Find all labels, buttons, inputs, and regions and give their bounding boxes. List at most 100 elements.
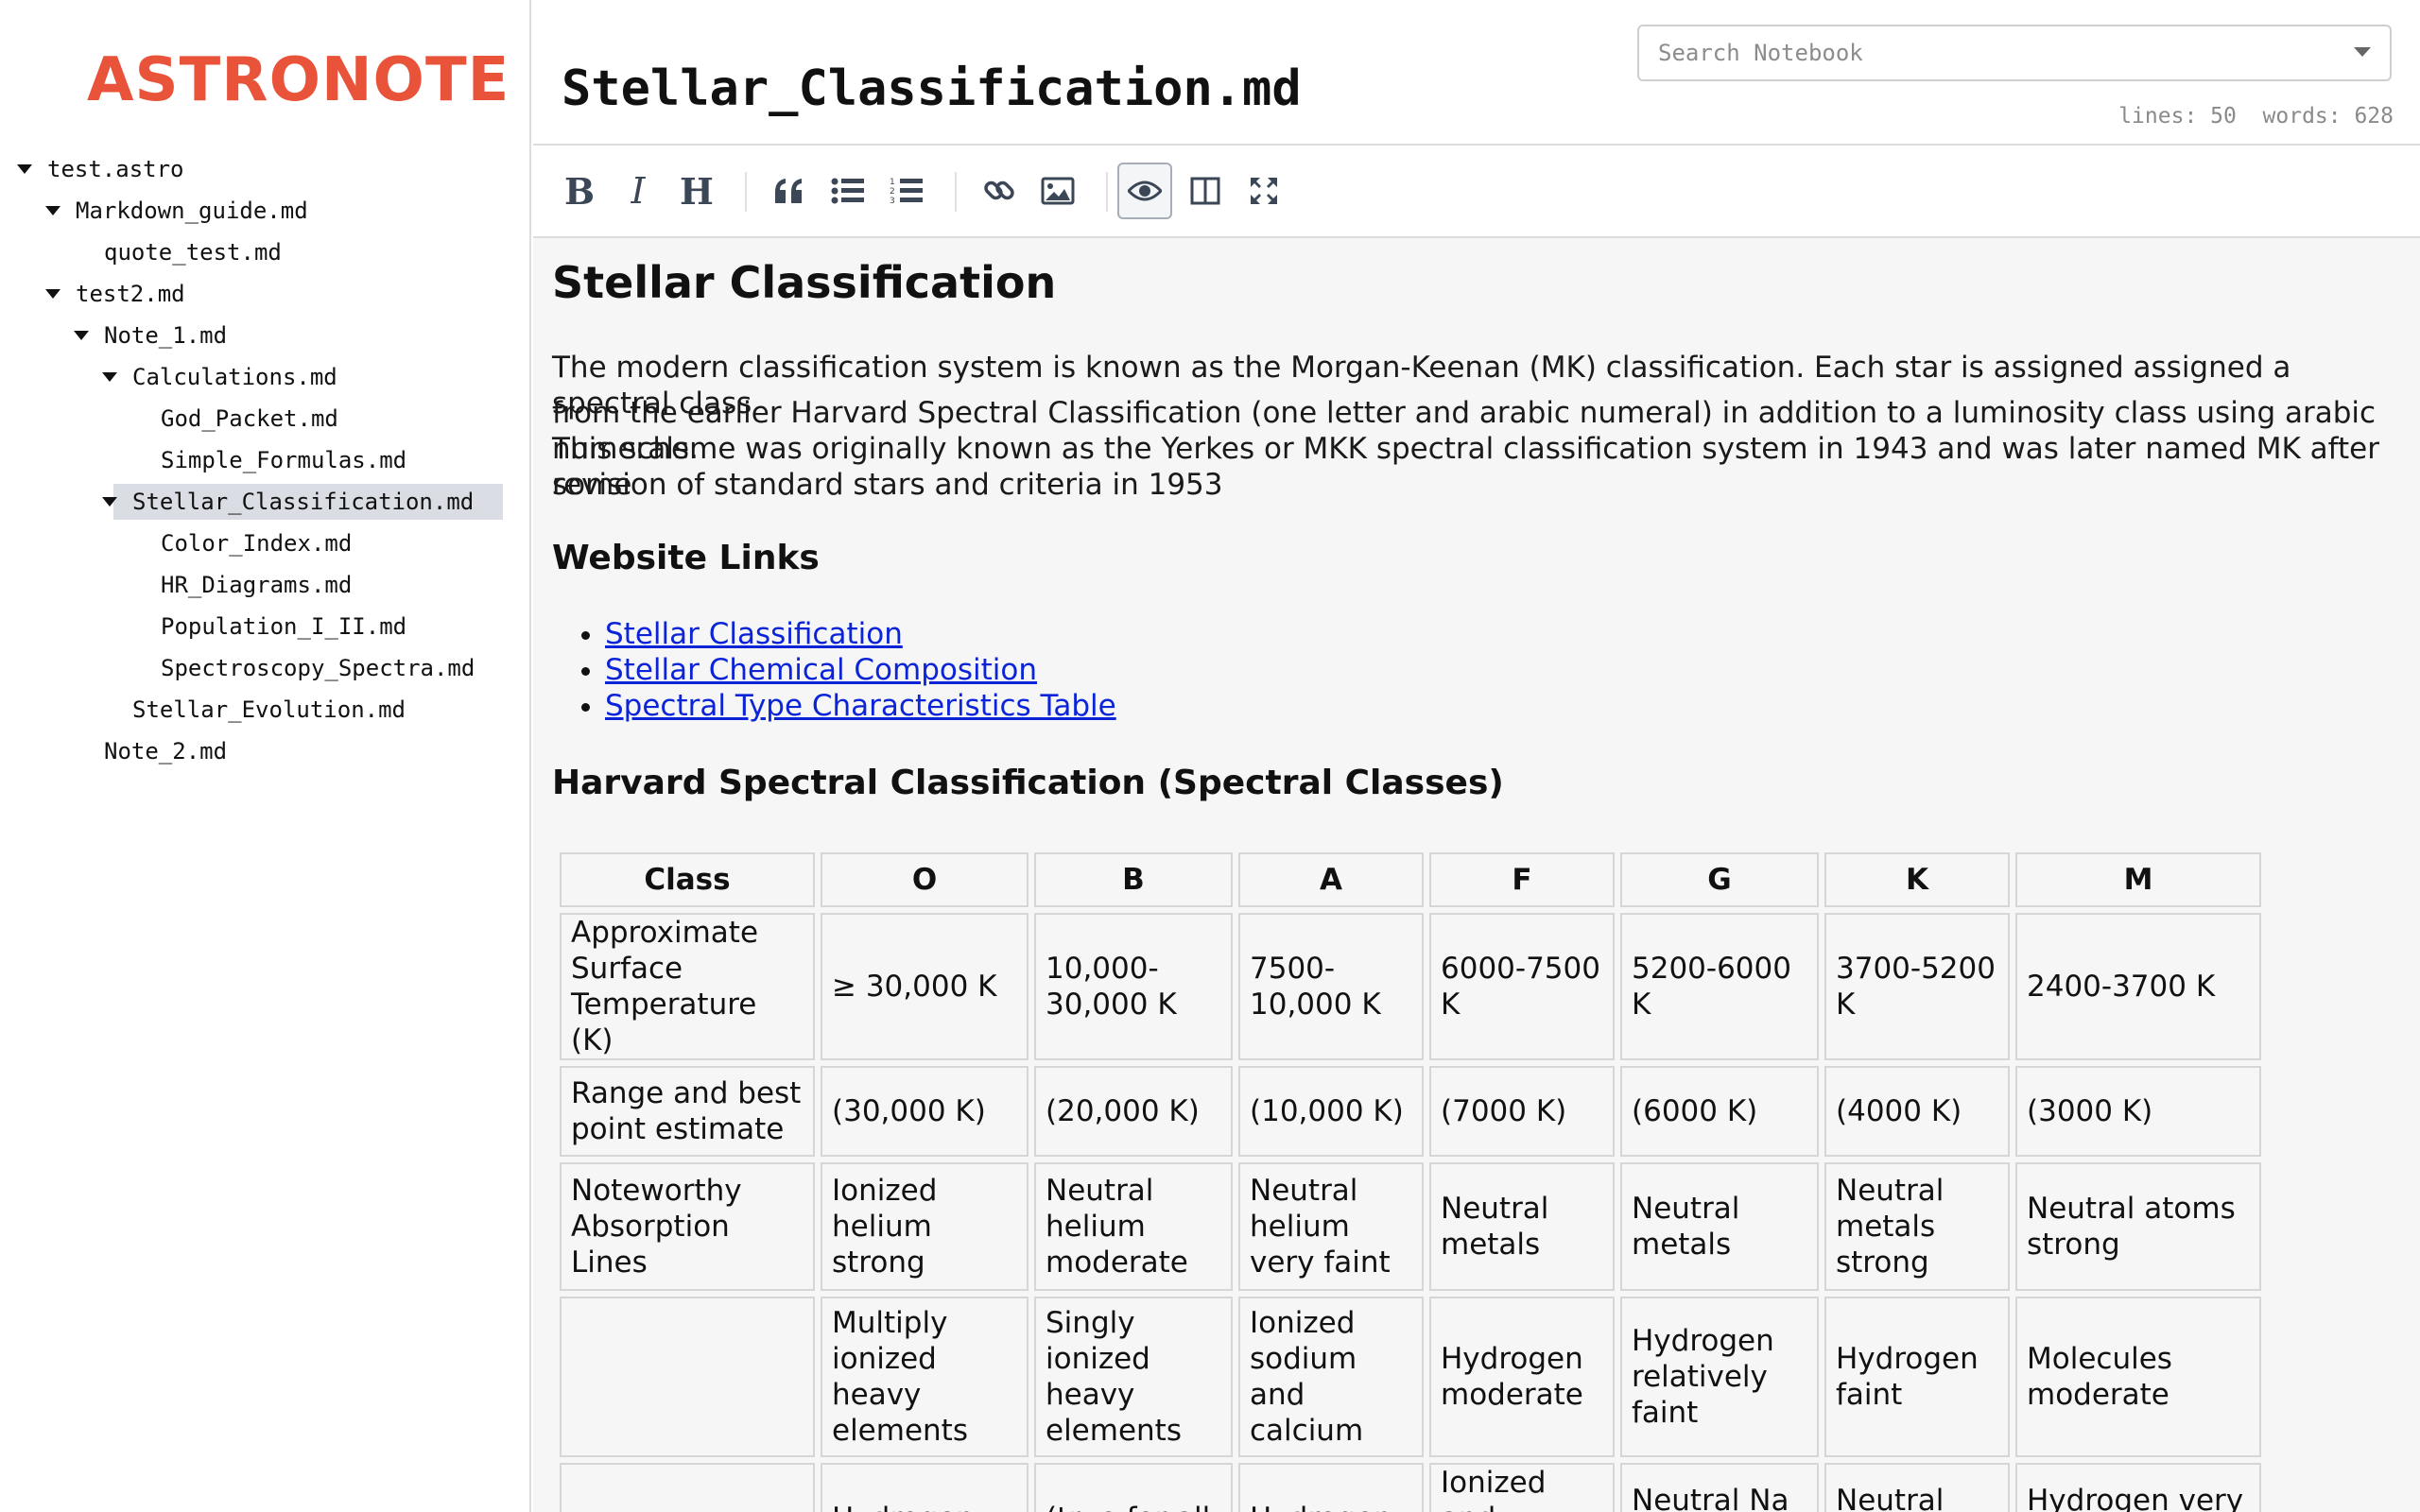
search-input[interactable] [1639, 26, 2339, 79]
toolbar-divider [955, 172, 957, 212]
sidebar-item-label: Note_1.md [104, 322, 228, 349]
sidebar-item[interactable]: Spectroscopy_Spectra.md [0, 650, 510, 686]
table-cell: Neutral Na & [1620, 1463, 1819, 1512]
table-cell: (30,000 K) [821, 1066, 1028, 1157]
sidebar-item[interactable]: quote_test.md [0, 234, 510, 270]
bold-icon: B [563, 169, 596, 213]
links-heading: Website Links [552, 539, 820, 577]
caret-down-icon[interactable] [45, 289, 60, 299]
table-header-row: Class O B A F G K M [560, 852, 2261, 907]
sidebar-item-label: God_Packet.md [161, 405, 338, 432]
intro-line: from the earlier Harvard Spectral Classi… [552, 396, 2377, 466]
table-cell: Hydrogen [1238, 1463, 1424, 1512]
link-spectral-type-table[interactable]: Spectral Type Characteristics Table [605, 689, 1116, 723]
list-item: Stellar Chemical Composition [605, 652, 1116, 688]
table-header-cell: A [1238, 852, 1424, 907]
search-box[interactable] [1637, 25, 2392, 81]
sidebar-item-label: quote_test.md [104, 239, 282, 266]
table-header-cell: G [1620, 852, 1819, 907]
table-header-cell: Class [560, 852, 815, 907]
sidebar-item-label: Population_I_II.md [161, 613, 407, 640]
link-stellar-classification[interactable]: Stellar Classification [605, 617, 903, 651]
table-cell: (7000 K) [1429, 1066, 1615, 1157]
table-cell: Range and best point estimate [560, 1066, 815, 1157]
app-logo: ASTRONOTE [87, 45, 510, 115]
table-cell: (4000 K) [1824, 1066, 2010, 1157]
link-stellar-chemical-composition[interactable]: Stellar Chemical Composition [605, 653, 1037, 687]
sidebar-item[interactable]: Stellar_Evolution.md [0, 692, 510, 728]
sidebar-item-label: Stellar_Evolution.md [132, 696, 406, 723]
table-cell: Neutral atoms strong [2015, 1162, 2261, 1291]
table-cell: Singly ionized heavy elements [1034, 1297, 1233, 1457]
table-cell: (10,000 K) [1238, 1066, 1424, 1157]
table-cell: (20,000 K) [1034, 1066, 1233, 1157]
sidebar-item[interactable]: Simple_Formulas.md [0, 442, 510, 478]
sidebar-item[interactable]: test2.md [0, 276, 510, 312]
sidebar-item[interactable]: HR_Diagrams.md [0, 567, 510, 603]
side-by-side-button[interactable] [1178, 163, 1233, 219]
table-cell: (true for all [1034, 1463, 1233, 1512]
sidebar-item-label: test.astro [47, 156, 184, 182]
caret-down-icon[interactable] [102, 372, 117, 382]
quote-icon [775, 179, 802, 203]
caret-down-icon[interactable] [102, 497, 117, 507]
preview-pane[interactable]: Stellar Classification The modern classi… [533, 238, 2420, 1512]
link-button[interactable] [972, 163, 1027, 219]
sidebar-item-label: Note_2.md [104, 738, 228, 765]
table-cell: (3000 K) [2015, 1066, 2261, 1157]
columns-icon [1190, 177, 1220, 205]
toolbar-divider [745, 172, 747, 212]
table-cell: 5200-6000 K [1620, 913, 1819, 1060]
ordered-list-button[interactable]: 1 2 3 [879, 163, 934, 219]
document-stats: lines: 50 words: 628 [2118, 104, 2394, 129]
table-cell: Hydrogen [821, 1463, 1028, 1512]
document-heading: Stellar Classification [552, 257, 1057, 308]
heading-icon: H [680, 169, 714, 213]
sidebar-item[interactable]: Markdown_guide.md [0, 193, 510, 229]
table-heading: Harvard Spectral Classification (Spectra… [552, 764, 1504, 802]
sidebar-item[interactable]: Note_2.md [0, 733, 510, 769]
sidebar-item[interactable]: Stellar_Classification.md [102, 484, 503, 520]
sidebar-item[interactable]: test.astro [0, 151, 510, 187]
editor-toolbar: B I H 1 2 3 [533, 146, 2420, 238]
sidebar-item[interactable]: Note_1.md [0, 318, 510, 353]
italic-icon: I [631, 170, 646, 212]
fullscreen-button[interactable] [1236, 163, 1291, 219]
table-cell: 7500-10,000 K [1238, 913, 1424, 1060]
table-cell: Neutral metals strong [1824, 1162, 2010, 1291]
caret-down-icon[interactable] [45, 206, 60, 215]
table-cell: Ionized helium strong [821, 1162, 1028, 1291]
sidebar-item[interactable]: Calculations.md [0, 359, 510, 395]
document-header: Stellar_Classification.md lines: 50 word… [533, 0, 2420, 146]
sidebar-item[interactable]: Population_I_II.md [0, 609, 510, 644]
chevron-down-icon[interactable] [2354, 47, 2371, 57]
sidebar-item-label: Calculations.md [132, 364, 337, 390]
table-header-cell: M [2015, 852, 2261, 907]
intro-line: The modern classification system is know… [552, 351, 2291, 421]
svg-text:2: 2 [890, 187, 895, 197]
caret-down-icon[interactable] [74, 331, 89, 340]
sidebar-item[interactable]: Color_Index.md [0, 525, 510, 561]
sidebar-item-label: HR_Diagrams.md [161, 572, 353, 598]
sidebar-item-label: Markdown_guide.md [76, 198, 308, 224]
table-cell: Neutral metals [1429, 1162, 1615, 1291]
table-cell: Hydrogen moderate [1429, 1297, 1615, 1457]
eye-icon [1128, 180, 1162, 201]
table-cell: 6000-7500 K [1429, 913, 1615, 1060]
table-header-cell: K [1824, 852, 2010, 907]
sidebar-item-label: test2.md [76, 281, 185, 307]
image-button[interactable] [1030, 163, 1085, 219]
table-cell: ≥ 30,000 K [821, 913, 1028, 1060]
bold-button[interactable]: B [552, 163, 607, 219]
heading-button[interactable]: H [669, 163, 724, 219]
caret-down-icon[interactable] [17, 164, 32, 174]
unordered-list-button[interactable] [821, 163, 875, 219]
quote-button[interactable] [762, 163, 817, 219]
italic-button[interactable]: I [611, 163, 666, 219]
table-cell [560, 1463, 815, 1512]
sidebar-item[interactable]: God_Packet.md [0, 401, 510, 437]
preview-button[interactable] [1117, 163, 1172, 219]
table-cell: Neutral helium moderate [1034, 1162, 1233, 1291]
link-icon [984, 180, 1014, 200]
table-cell: Noteworthy Absorption Lines [560, 1162, 815, 1291]
